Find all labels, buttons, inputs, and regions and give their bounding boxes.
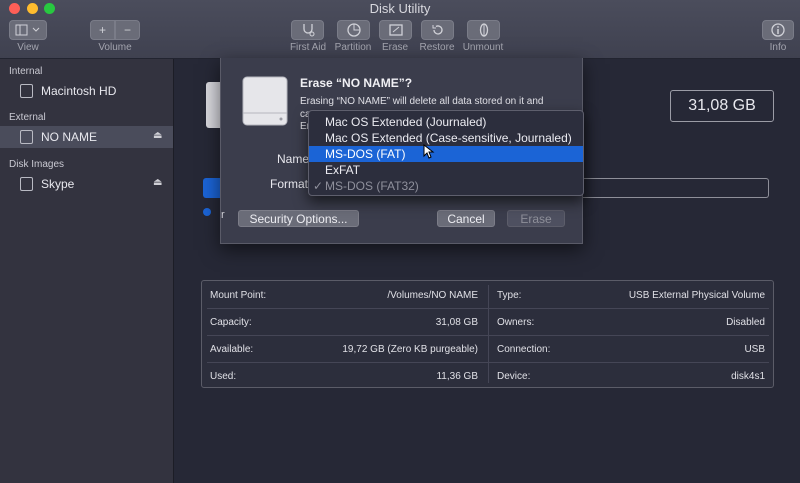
unmount-label: Unmount <box>462 42 504 53</box>
info-value: disk4s1 <box>731 371 765 382</box>
restore-button[interactable] <box>421 20 454 40</box>
format-option-exfat[interactable]: ExFAT <box>309 162 583 178</box>
info-icon <box>771 23 785 37</box>
format-option-case-sensitive[interactable]: Mac OS Extended (Case-sensitive, Journal… <box>309 130 583 146</box>
info-value: 31,08 GB <box>435 317 478 328</box>
info-label: Info <box>769 42 787 53</box>
view-label: View <box>17 42 39 53</box>
format-dropdown-menu: Mac OS Extended (Journaled) Mac OS Exten… <box>308 110 584 196</box>
view-button[interactable] <box>9 20 47 40</box>
eject-icon[interactable]: ⏏ <box>153 177 162 188</box>
remove-volume-button[interactable]: − <box>115 20 140 40</box>
sidebar-item-label: Macintosh HD <box>41 84 117 98</box>
info-value: 11,36 GB <box>436 371 478 382</box>
sidebar-toggle-icon <box>15 24 40 36</box>
name-label: Name <box>277 152 310 166</box>
format-option-journaled[interactable]: Mac OS Extended (Journaled) <box>309 114 583 130</box>
scheme-radio-label: r <box>221 209 225 221</box>
info-value: /Volumes/NO NAME <box>387 290 478 301</box>
info-value: Disabled <box>726 317 765 328</box>
info-button[interactable] <box>762 20 794 40</box>
volume-label: Volume <box>98 42 132 53</box>
first-aid-label: First Aid <box>289 42 327 53</box>
info-label: Capacity: <box>210 317 252 328</box>
format-label: Format <box>270 177 309 191</box>
sidebar: Internal Macintosh HD External NO NAME ⏏… <box>0 59 174 483</box>
eject-icon[interactable]: ⏏ <box>153 130 162 141</box>
erase-button-toolbar[interactable] <box>379 20 412 40</box>
sidebar-section-internal: Internal <box>9 66 43 77</box>
sidebar-section-disk-images: Disk Images <box>9 159 65 170</box>
format-field-edge <box>580 178 769 198</box>
restore-label: Restore <box>419 42 455 53</box>
volume-info-table: Mount Point: /Volumes/NO NAME Capacity: … <box>201 280 774 388</box>
mouse-pointer-icon <box>423 144 435 159</box>
info-label: Type: <box>497 290 522 301</box>
add-volume-button[interactable]: + <box>90 20 115 40</box>
info-label: Used: <box>210 371 237 382</box>
partition-button[interactable] <box>337 20 370 40</box>
format-option-ms-dos-fat32[interactable]: ✓ MS-DOS (FAT32) <box>309 178 583 194</box>
info-label: Connection: <box>497 344 551 355</box>
drive-icon <box>242 76 288 126</box>
checkmark-icon: ✓ <box>313 179 324 193</box>
dialog-description: Erasing “NO NAME” will delete all data s… <box>300 96 544 107</box>
first-aid-button[interactable] <box>291 20 324 40</box>
restore-icon <box>432 25 443 35</box>
sidebar-item-macintosh-hd[interactable]: Macintosh HD <box>0 80 173 102</box>
sidebar-item-label: NO NAME <box>41 130 98 144</box>
toolbar: Disk Utility View + − Volume First Aid P… <box>0 0 800 59</box>
unmount-button[interactable] <box>467 20 500 40</box>
volume-size-badge: 31,08 GB <box>670 90 774 122</box>
sidebar-item-skype[interactable]: Skype ⏏ <box>0 173 173 195</box>
disk-image-icon <box>20 177 33 191</box>
security-options-button[interactable]: Security Options... <box>238 210 359 227</box>
external-disk-icon <box>20 130 33 144</box>
name-field-edge <box>203 178 221 198</box>
format-option-ms-dos-fat[interactable]: MS-DOS (FAT) <box>309 146 583 162</box>
info-label: Owners: <box>497 317 535 328</box>
window-title: Disk Utility <box>369 1 431 16</box>
unmount-icon <box>479 23 488 37</box>
info-label: Mount Point: <box>210 290 267 301</box>
pie-icon <box>346 23 361 37</box>
info-label: Device: <box>497 371 531 382</box>
sidebar-item-label: Skype <box>41 177 75 191</box>
info-value: 19,72 GB (Zero KB purgeable) <box>342 344 478 355</box>
info-value: USB <box>744 344 765 355</box>
stethoscope-icon <box>302 24 314 37</box>
info-label: Available: <box>210 344 254 355</box>
hard-disk-icon <box>20 84 33 98</box>
info-value: USB External Physical Volume <box>628 290 765 301</box>
erase-icon <box>388 24 403 36</box>
sidebar-section-external: External <box>9 112 46 123</box>
cancel-button[interactable]: Cancel <box>437 210 495 227</box>
dialog-title: Erase “NO NAME”? <box>300 76 413 90</box>
scheme-radio-icon[interactable] <box>203 208 211 216</box>
sidebar-item-no-name[interactable]: NO NAME ⏏ <box>0 126 173 148</box>
erase-button[interactable]: Erase <box>507 210 565 227</box>
